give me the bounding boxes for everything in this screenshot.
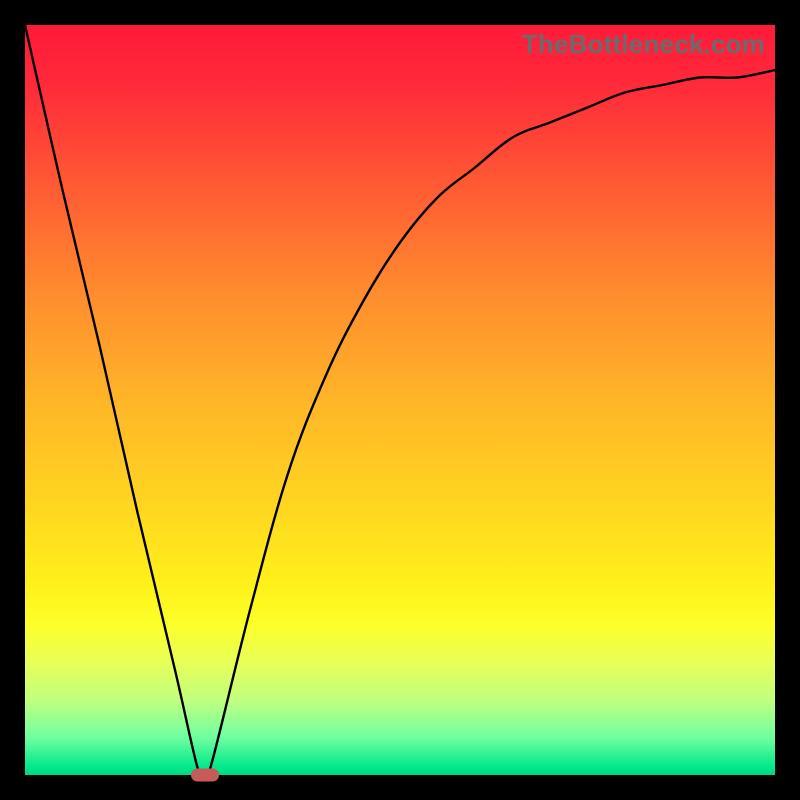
bottleneck-curve xyxy=(25,25,775,775)
minimum-marker xyxy=(191,769,219,782)
chart-plot-area: TheBottleneck.com xyxy=(25,25,775,775)
chart-frame: TheBottleneck.com xyxy=(0,0,800,800)
curve-path xyxy=(25,25,775,775)
